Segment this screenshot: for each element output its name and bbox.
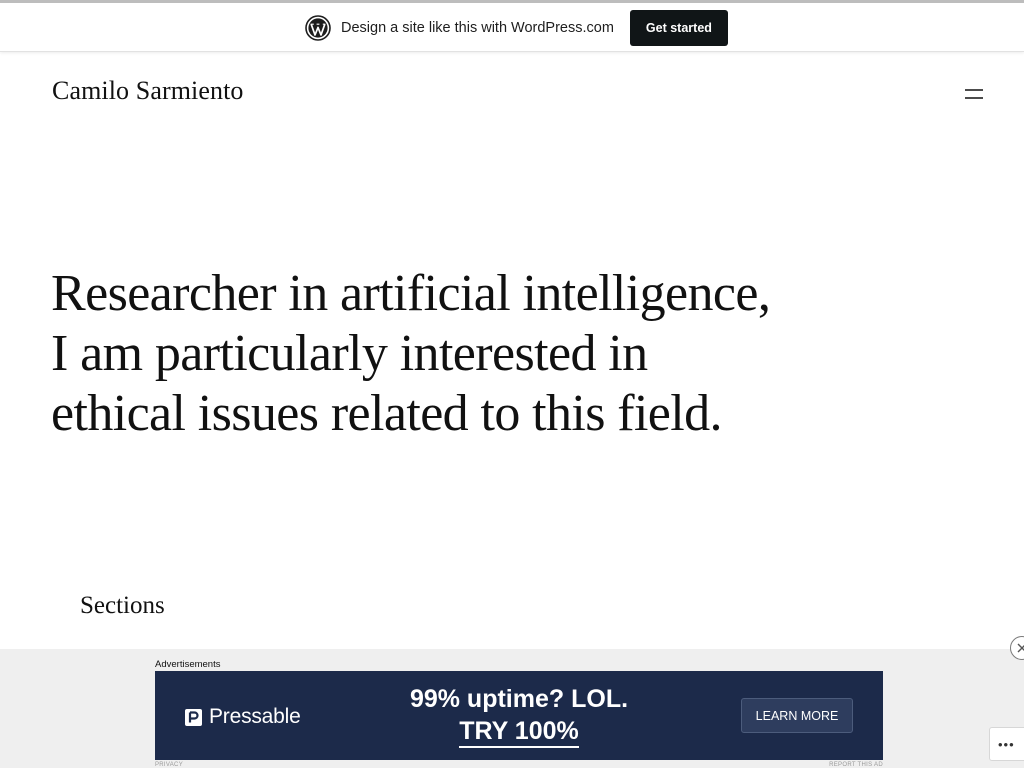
wordpress-logo-icon[interactable] — [305, 15, 331, 41]
ad-banner[interactable]: Pressable 99% uptime? LOL. TRY 100% LEAR… — [155, 671, 883, 760]
wordpress-promo-text: Design a site like this with WordPress.c… — [341, 20, 614, 36]
menu-toggle-button[interactable] — [958, 82, 990, 106]
more-options-button[interactable]: ••• — [989, 727, 1024, 761]
sections-heading: Sections — [80, 592, 165, 619]
ad-headline: 99% uptime? LOL. TRY 100% — [380, 683, 658, 748]
privacy-link[interactable]: PRIVACY — [155, 762, 183, 768]
ad-close-button[interactable] — [1010, 636, 1024, 660]
pressable-logo: Pressable — [185, 705, 301, 729]
ad-headline-line: 99% uptime? LOL. — [409, 685, 629, 713]
pressable-logo-icon — [185, 708, 202, 726]
hero-line: ethical issues related to this field. — [51, 385, 723, 442]
pressable-brand-name: Pressable — [209, 705, 301, 728]
report-ad-link[interactable]: REPORT THIS AD — [829, 762, 883, 768]
close-icon — [1017, 643, 1024, 653]
hero-line: Researcher in artificial intelligence, — [51, 265, 771, 322]
ad-headline-line: TRY 100% — [459, 716, 579, 748]
site-title[interactable]: Camilo Sarmiento — [52, 76, 244, 106]
get-started-button[interactable]: Get started — [629, 10, 728, 46]
advertisement-area: Advertisements Pressable 99% uptime? LOL… — [0, 636, 1024, 768]
wordpress-promo-content: Design a site like this with WordPress.c… — [305, 10, 728, 46]
hero-heading: Researcher in artificial intelligence, I… — [51, 264, 811, 444]
hero-line: I am particularly interested in — [51, 325, 648, 382]
advertisements-label: Advertisements — [155, 659, 221, 670]
ellipsis-icon: ••• — [998, 736, 1015, 752]
hamburger-menu-icon — [965, 89, 983, 99]
wordpress-promo-bar: Design a site like this with WordPress.c… — [0, 0, 1024, 52]
learn-more-button[interactable]: LEARN MORE — [741, 698, 853, 733]
